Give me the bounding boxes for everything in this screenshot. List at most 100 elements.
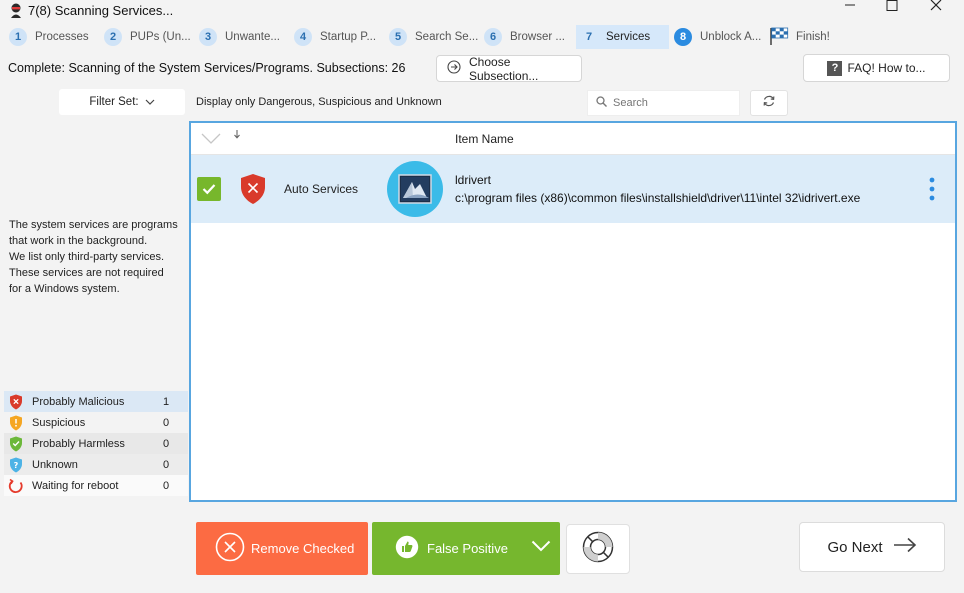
- stat-label: Unknown: [32, 458, 78, 471]
- stat-label: Probably Harmless: [32, 437, 125, 450]
- filter-set-label: Filter Set:: [89, 96, 139, 108]
- services-table: Item Name Auto Services ldrivert c:\prog…: [189, 121, 957, 502]
- shield-green-icon: [8, 436, 24, 452]
- step-number: 2: [104, 28, 122, 46]
- step-label: Search Se...: [415, 31, 479, 43]
- choose-subsection-button[interactable]: Choose Subsection...: [436, 54, 582, 83]
- stat-probably-malicious[interactable]: Probably Malicious 1: [4, 391, 188, 412]
- stat-count: 0: [163, 458, 170, 471]
- faq-button[interactable]: ? FAQ! How to...: [803, 54, 950, 82]
- threat-statistics: Probably Malicious 1 Suspicious 0 Probab…: [4, 391, 188, 496]
- service-program-icon: [387, 161, 443, 217]
- filter-description: Display only Dangerous, Suspicious and U…: [196, 96, 442, 108]
- more-options-icon[interactable]: [929, 177, 935, 206]
- chevron-down-icon[interactable]: [531, 540, 551, 555]
- filter-set-dropdown[interactable]: Filter Set:: [59, 89, 185, 115]
- step-number: 1: [9, 28, 27, 46]
- step-label: Unwante...: [225, 31, 280, 43]
- arrow-circle-icon: [447, 60, 461, 77]
- step-services[interactable]: 7 Services: [576, 25, 669, 49]
- go-next-button[interactable]: Go Next: [799, 522, 945, 572]
- close-button[interactable]: [916, 0, 956, 14]
- shield-blue-icon: ?: [8, 457, 24, 473]
- shield-orange-icon: [8, 415, 24, 431]
- app-logo-icon: [9, 3, 23, 19]
- description-line: that work in the background.: [9, 235, 148, 247]
- step-number: 6: [484, 28, 502, 46]
- step-processes[interactable]: 1 Processes: [9, 25, 89, 49]
- step-startup[interactable]: 4 Startup P...: [294, 25, 376, 49]
- step-number: 3: [199, 28, 217, 46]
- minimize-button[interactable]: [830, 0, 870, 14]
- help-button[interactable]: [566, 524, 630, 574]
- false-positive-label: False Positive: [427, 541, 508, 556]
- step-unwanted[interactable]: 3 Unwante...: [199, 25, 280, 49]
- step-number: 7: [580, 28, 598, 46]
- chevron-down-icon: [145, 96, 155, 108]
- step-browser[interactable]: 6 Browser ...: [484, 25, 565, 49]
- question-mark-icon: ?: [827, 60, 843, 76]
- search-box[interactable]: [587, 90, 740, 116]
- lifebuoy-icon: [581, 530, 615, 569]
- step-finish[interactable]: Finish!: [769, 25, 830, 49]
- stat-label: Probably Malicious: [32, 395, 125, 408]
- window-title: 7(8) Scanning Services...: [28, 3, 174, 18]
- main-window: 7(8) Scanning Services... 1 Processes 2 …: [0, 0, 964, 593]
- step-search[interactable]: 5 Search Se...: [389, 25, 478, 49]
- stat-count: 0: [163, 437, 170, 450]
- stat-waiting-for-reboot[interactable]: Waiting for reboot 0: [4, 475, 188, 496]
- step-number: 4: [294, 28, 312, 46]
- stat-count: 1: [163, 395, 170, 408]
- stat-suspicious[interactable]: Suspicious 0: [4, 412, 188, 433]
- step-label: Startup P...: [320, 31, 377, 43]
- remove-checked-button[interactable]: Remove Checked: [196, 522, 368, 575]
- shield-malicious-icon: [239, 173, 267, 210]
- arrow-right-icon: [893, 537, 917, 557]
- search-input[interactable]: [613, 97, 733, 109]
- column-item-name[interactable]: Item Name: [455, 132, 514, 146]
- maximize-button[interactable]: [872, 0, 912, 14]
- stat-count: 0: [163, 416, 170, 429]
- step-label: Browser ...: [510, 31, 565, 43]
- step-progress-bar: 1 Processes 2 PUPs (Un... 3 Unwante... 4…: [0, 25, 964, 49]
- svg-text:?: ?: [14, 461, 19, 470]
- refresh-icon: [762, 94, 776, 113]
- stat-label: Waiting for reboot: [32, 479, 119, 492]
- faq-label: FAQ! How to...: [847, 61, 926, 75]
- service-name: ldrivert: [455, 173, 492, 187]
- row-category: Auto Services: [284, 182, 359, 196]
- remove-x-icon: [215, 532, 245, 565]
- service-path: c:\program files (x86)\common files\inst…: [455, 191, 861, 205]
- shield-red-icon: [8, 394, 24, 410]
- check-all-icon[interactable]: [201, 132, 221, 150]
- step-label: Unblock A...: [700, 31, 762, 43]
- description-line: We list only third-party services.: [9, 251, 165, 263]
- refresh-button[interactable]: [750, 90, 788, 116]
- table-row[interactable]: Auto Services ldrivert c:\program files …: [191, 155, 955, 223]
- stat-probably-harmless[interactable]: Probably Harmless 0: [4, 433, 188, 454]
- stat-unknown[interactable]: ? Unknown 0: [4, 454, 188, 475]
- choose-subsection-label: Choose Subsection...: [469, 54, 539, 83]
- remove-checked-label: Remove Checked: [251, 541, 355, 556]
- scan-status-text: Complete: Scanning of the System Service…: [8, 61, 406, 75]
- step-label: Processes: [35, 31, 89, 43]
- step-label: Finish!: [796, 31, 830, 43]
- go-next-label: Go Next: [827, 538, 883, 556]
- false-positive-button[interactable]: False Positive: [372, 522, 560, 575]
- row-checkbox[interactable]: [197, 177, 221, 201]
- step-label: PUPs (Un...: [130, 31, 191, 43]
- checkered-flag-icon: [769, 26, 789, 49]
- step-label: Services: [606, 31, 651, 43]
- reboot-icon: [8, 478, 24, 494]
- step-unblock[interactable]: 8 Unblock A...: [674, 25, 761, 49]
- step-number: 5: [389, 28, 407, 46]
- search-icon: [596, 94, 607, 112]
- table-header: Item Name: [191, 123, 955, 155]
- description-line: The system services are programs: [9, 219, 178, 231]
- stat-label: Suspicious: [32, 416, 86, 429]
- description-line: These services are not required: [9, 267, 164, 279]
- description-line: for a Windows system.: [9, 283, 120, 295]
- sort-arrow-icon[interactable]: [233, 129, 241, 142]
- stat-count: 0: [163, 479, 170, 492]
- step-pups[interactable]: 2 PUPs (Un...: [104, 25, 191, 49]
